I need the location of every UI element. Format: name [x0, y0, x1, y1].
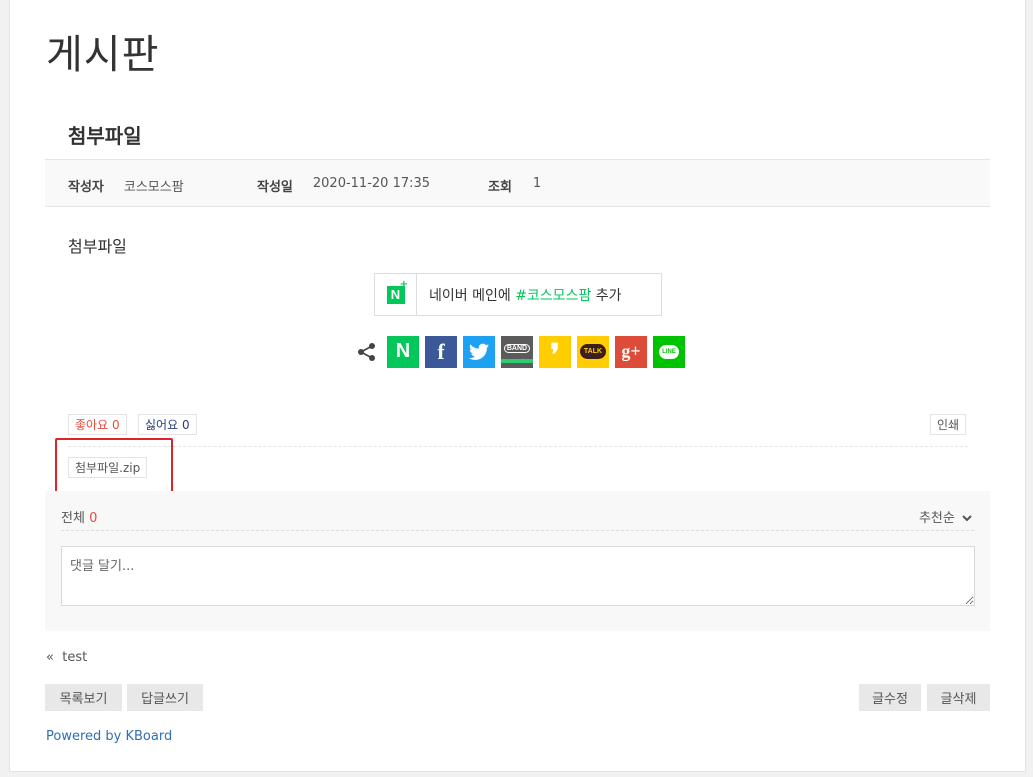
comments-divider [61, 530, 974, 531]
naver-logo-icon: N + [375, 274, 417, 315]
share-row: N f BAND ❜ TALK g+ LINE [356, 335, 691, 370]
edit-button[interactable]: 글수정 [859, 684, 921, 711]
post-content: 첨부파일 [68, 237, 127, 256]
date-value: 2020-11-20 17:35 [312, 176, 431, 191]
meta-date: 작성일 2020-11-20 17:35 [257, 176, 430, 195]
actions-divider [68, 446, 968, 447]
share-kakaotalk-button[interactable]: TALK [577, 335, 609, 368]
views-value: 1 [532, 176, 542, 191]
naver-tag: #코스모스팜 [515, 287, 592, 304]
post-title: 첨부파일 [68, 124, 142, 148]
post-meta-bar: 작성자 코스모스팜 작성일 2020-11-20 17:35 조회 1 [45, 159, 990, 207]
attachment-download-button[interactable]: 첨부파일.zip [68, 457, 148, 478]
powered-by-link[interactable]: Powered by KBoard [46, 729, 172, 744]
reply-button[interactable]: 답글쓰기 [127, 684, 203, 711]
list-button[interactable]: 목록보기 [45, 684, 122, 711]
chevron-down-icon [962, 515, 972, 522]
delete-button[interactable]: 글삭제 [927, 684, 990, 711]
twitter-icon [469, 343, 489, 360]
like-button[interactable]: 좋아요 0 [68, 414, 127, 435]
meta-views: 조회 1 [488, 176, 541, 195]
print-button[interactable]: 인쇄 [930, 414, 967, 435]
comments-count: 0 [89, 511, 98, 526]
share-kakaostory-button[interactable]: ❜ [539, 335, 571, 370]
share-googleplus-button[interactable]: g+ [615, 335, 647, 368]
meta-author: 작성자 코스모스팜 [68, 176, 184, 195]
comments-total: 전체 0 [61, 511, 98, 526]
comments-section: 전체 0 추천순 [45, 491, 990, 631]
views-label: 조회 [488, 180, 512, 195]
share-line-button[interactable]: LINE [653, 335, 685, 368]
naver-add-text: 네이버 메인에 #코스모스팜 추가 [429, 287, 622, 304]
dislike-button[interactable]: 싫어요 0 [138, 414, 197, 435]
share-naver-button[interactable]: N [387, 335, 419, 368]
naver-main-add-button[interactable]: N + 네이버 메인에 #코스모스팜 추가 [374, 273, 662, 316]
board-page: 게시판 첨부파일 작성자 코스모스팜 작성일 2020-11-20 17:35 … [9, 0, 1026, 772]
page-title: 게시판 [46, 32, 160, 78]
share-band-button[interactable]: BAND [501, 335, 533, 368]
author-value: 코스모스팜 [123, 180, 184, 195]
share-facebook-button[interactable]: f [425, 335, 457, 368]
share-icon [358, 342, 375, 361]
share-twitter-button[interactable] [463, 335, 495, 368]
date-label: 작성일 [257, 180, 293, 195]
previous-post-link[interactable]: « test [46, 650, 87, 665]
comments-sort-dropdown[interactable]: 추천순 [919, 507, 972, 526]
comment-input[interactable] [61, 546, 975, 606]
author-label: 작성자 [68, 180, 104, 195]
